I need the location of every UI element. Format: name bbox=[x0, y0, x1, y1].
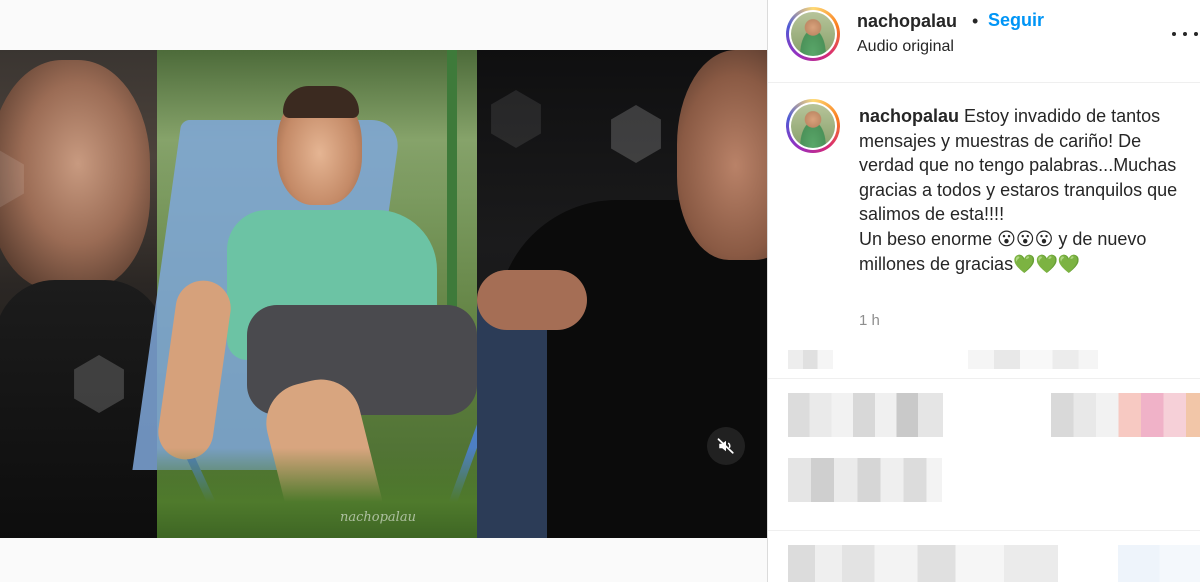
pixelated-comment bbox=[788, 458, 942, 502]
man-face bbox=[677, 50, 767, 260]
bokeh-hexagon bbox=[611, 105, 661, 163]
avatar[interactable] bbox=[786, 99, 840, 153]
media-area: nachopalau bbox=[0, 0, 767, 582]
pixelated-comment bbox=[968, 350, 1098, 369]
caption-block: nachopalau Estoy invadido de tantos mens… bbox=[768, 83, 1200, 353]
bokeh-hexagon bbox=[491, 90, 541, 148]
pixelated-comment bbox=[1118, 545, 1200, 582]
divider bbox=[768, 530, 1200, 531]
caption-body: Estoy invadido de tantos mensajes y mues… bbox=[859, 106, 1178, 274]
divider bbox=[768, 378, 1200, 379]
avatar-photo bbox=[791, 104, 835, 148]
more-options-icon[interactable] bbox=[1172, 24, 1198, 44]
avatar-photo bbox=[791, 12, 835, 56]
man-hair bbox=[283, 86, 359, 118]
speaker-muted-icon bbox=[717, 438, 734, 454]
follow-button[interactable]: Seguir bbox=[988, 10, 1044, 31]
mute-button[interactable] bbox=[707, 427, 745, 465]
caption-username-link[interactable]: nachopalau bbox=[859, 106, 959, 126]
post-timestamp[interactable]: 1 h bbox=[859, 312, 880, 329]
pixelated-comment bbox=[788, 350, 833, 369]
video-watermark: nachopalau bbox=[340, 510, 416, 525]
header-username-link[interactable]: nachopalau bbox=[857, 11, 957, 32]
header-separator: • bbox=[972, 11, 979, 31]
man-jeans bbox=[477, 300, 547, 538]
avatar[interactable] bbox=[786, 7, 840, 61]
audio-link[interactable]: Audio original bbox=[857, 38, 954, 56]
grass bbox=[157, 448, 477, 538]
pixelated-comment bbox=[788, 393, 943, 437]
post-video[interactable]: nachopalau bbox=[0, 50, 767, 538]
pixelated-comment bbox=[788, 545, 1058, 582]
video-panel-middle bbox=[132, 50, 486, 538]
caption-text: nachopalau Estoy invadido de tantos mens… bbox=[859, 104, 1179, 276]
post-header: nachopalau • Seguir Audio original bbox=[768, 0, 1200, 83]
pixelated-comment bbox=[1051, 393, 1200, 437]
man-arm bbox=[477, 270, 587, 330]
post-sidebar: nachopalau • Seguir Audio original nacho… bbox=[767, 0, 1200, 582]
swing-pole bbox=[447, 50, 457, 310]
